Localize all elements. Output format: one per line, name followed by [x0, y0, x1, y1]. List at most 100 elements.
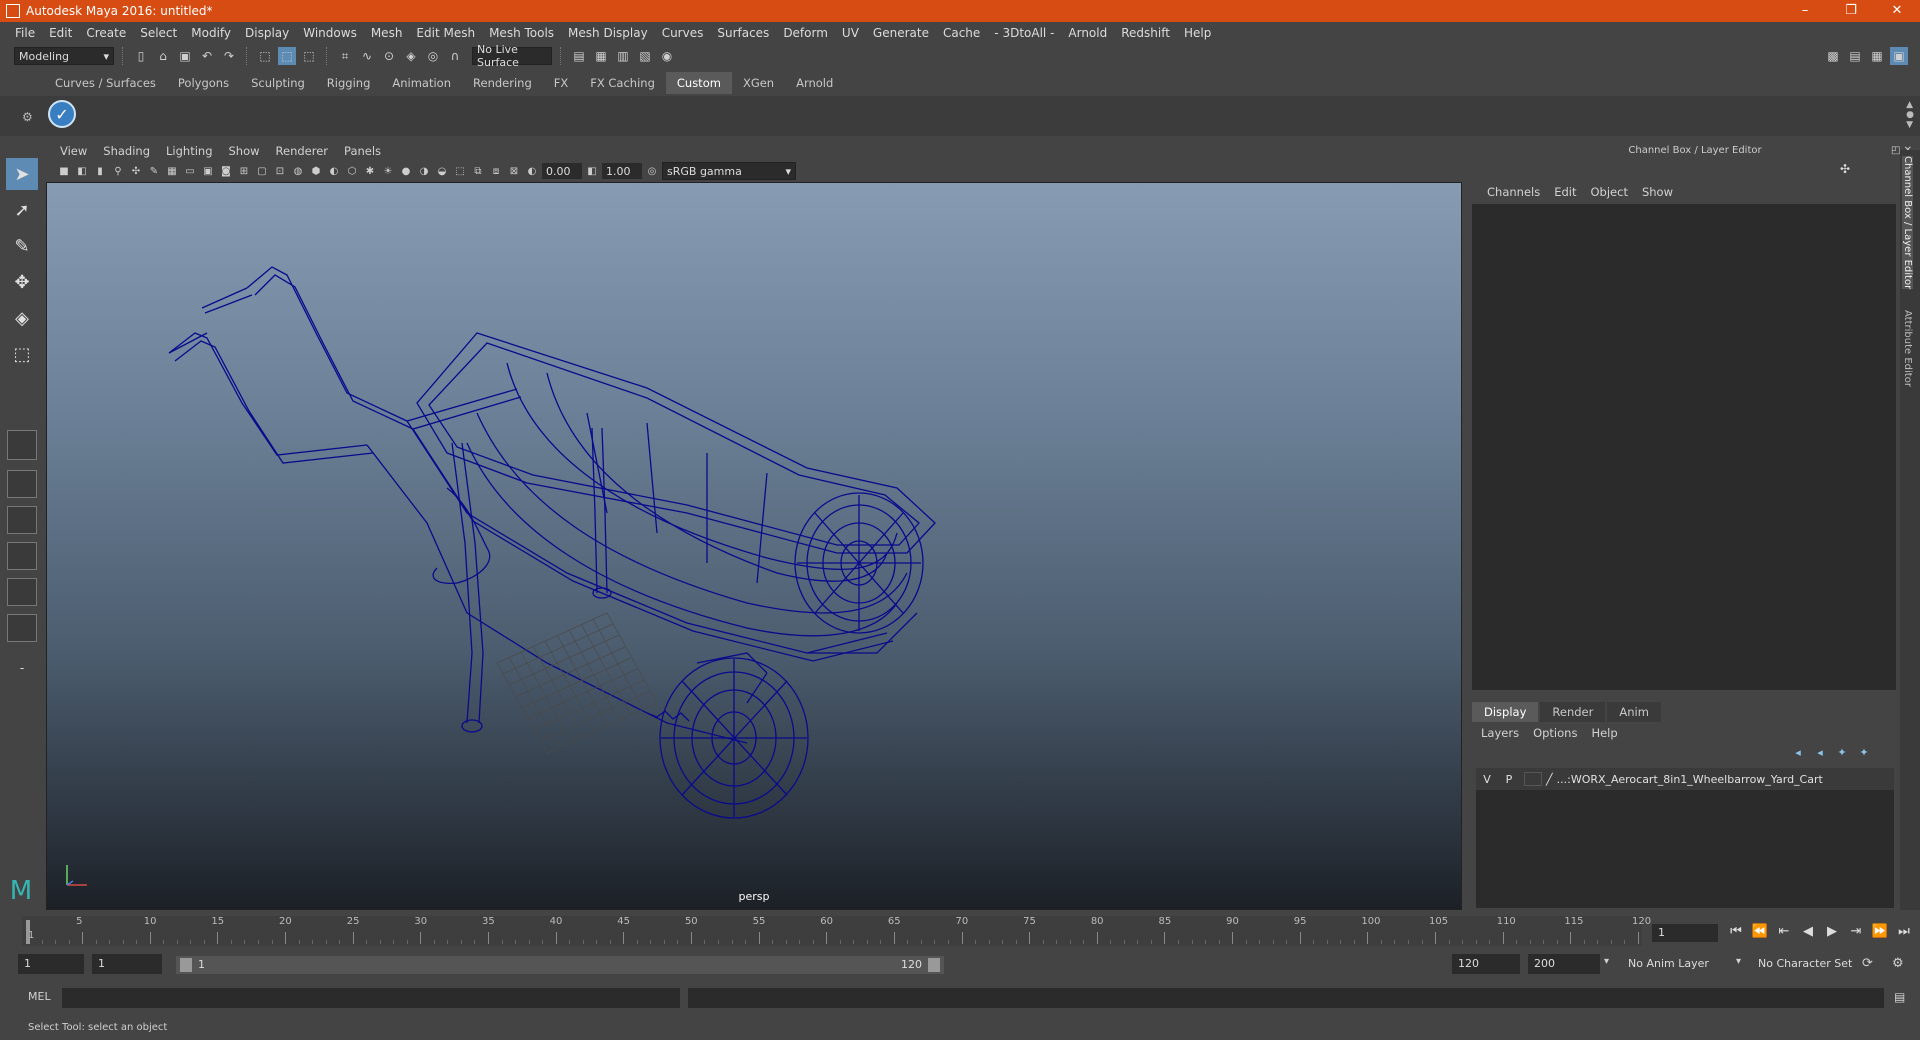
playback-end-field[interactable]: 120 [1452, 954, 1520, 974]
chevron-down-icon[interactable]: ▾ [1736, 956, 1741, 967]
layer-row[interactable]: V P ╱ ...:WORX_Aerocart_8in1_Wheelbarrow… [1476, 768, 1894, 790]
xray-joints-icon[interactable]: ⧈ [488, 163, 504, 179]
shelf-scroll-icon[interactable]: ▲ ● ▼ [1906, 100, 1914, 130]
menu-edit-mesh[interactable]: Edit Mesh [409, 26, 482, 40]
bookmark-icon[interactable]: ▮ [92, 163, 108, 179]
layer-menu-layers[interactable]: Layers [1474, 726, 1526, 744]
undo-icon[interactable]: ↶ [198, 47, 216, 65]
wireframe-on-shaded-icon[interactable]: ◐ [326, 163, 342, 179]
redo-icon[interactable]: ↷ [220, 47, 238, 65]
animation-end-field[interactable]: 200 [1528, 954, 1600, 974]
motion-blur-icon[interactable]: ◑ [416, 163, 432, 179]
open-scene-icon[interactable]: ⌂ [154, 47, 172, 65]
panel-menu-lighting[interactable]: Lighting [158, 144, 220, 158]
textured-icon[interactable]: ⬡ [344, 163, 360, 179]
script-editor-icon[interactable]: ▤ [1894, 990, 1905, 1004]
tab-polygons[interactable]: Polygons [167, 72, 240, 94]
film-gate-icon[interactable]: ▭ [182, 163, 198, 179]
wireframe-icon[interactable]: ◍ [290, 163, 306, 179]
safe-action-icon[interactable]: ▢ [254, 163, 270, 179]
outliner-layout-icon[interactable] [7, 542, 37, 570]
menu-mesh[interactable]: Mesh [364, 26, 410, 40]
play-backwards-icon[interactable]: ◀ [1798, 922, 1818, 942]
layer-playback-toggle[interactable]: P [1498, 773, 1520, 786]
exposure-icon[interactable]: ◐ [524, 163, 540, 179]
grid-icon[interactable]: ▦ [164, 163, 180, 179]
go-to-end-icon[interactable]: ⏭ [1894, 922, 1914, 942]
command-language-label[interactable]: MEL [28, 990, 51, 1003]
move-layer-up-icon[interactable]: ◂ [1790, 746, 1806, 762]
menu-arnold[interactable]: Arnold [1061, 26, 1114, 40]
graph-layout-icon[interactable] [7, 578, 37, 606]
menu-mesh-tools[interactable]: Mesh Tools [482, 26, 561, 40]
checkmark-shelf-button-icon[interactable]: ✓ [48, 100, 76, 128]
smooth-shade-icon[interactable]: ⬢ [308, 163, 324, 179]
image-plane-icon[interactable]: ⚲ [110, 163, 126, 179]
anim-layer-dropdown[interactable]: No Anim Layer [1622, 954, 1742, 974]
tab-curves-surfaces[interactable]: Curves / Surfaces [44, 72, 167, 94]
layer-menu-help[interactable]: Help [1584, 726, 1624, 744]
panel-menu-panels[interactable]: Panels [336, 144, 389, 158]
lasso-tool-icon[interactable]: ➚ [6, 194, 38, 226]
snap-point-icon[interactable]: ⊙ [380, 47, 398, 65]
menu-edit[interactable]: Edit [42, 26, 79, 40]
menu-cache[interactable]: Cache [936, 26, 987, 40]
layer-color-swatch[interactable] [1524, 772, 1542, 786]
new-layer-selected-icon[interactable]: ✦ [1856, 746, 1872, 762]
panel-menu-view[interactable]: View [52, 144, 95, 158]
step-back-key-icon[interactable]: ⇤ [1774, 922, 1794, 942]
live-surface-field[interactable]: No Live Surface [472, 43, 552, 69]
select-component-icon[interactable]: ⬚ [300, 47, 318, 65]
menu-curves[interactable]: Curves [655, 26, 711, 40]
menu-3dtoall[interactable]: - 3DtoAll - [987, 26, 1061, 40]
layer-menu-options[interactable]: Options [1526, 726, 1584, 744]
menu-redshift[interactable]: Redshift [1114, 26, 1177, 40]
ambient-occlusion-icon[interactable]: ● [398, 163, 414, 179]
step-forward-frame-icon[interactable]: ⏩ [1870, 922, 1890, 942]
save-scene-icon[interactable]: ▣ [176, 47, 194, 65]
channel-box-menu-show[interactable]: Show [1635, 185, 1680, 199]
select-hierarchy-icon[interactable]: ⬚ [256, 47, 274, 65]
menu-windows[interactable]: Windows [296, 26, 364, 40]
paint-select-tool-icon[interactable]: ✎ [6, 230, 38, 262]
shadows-icon[interactable]: ☀ [380, 163, 396, 179]
minimize-button[interactable]: – [1782, 0, 1828, 22]
rotate-tool-icon[interactable]: ◈ [6, 302, 38, 334]
menu-help[interactable]: Help [1177, 26, 1218, 40]
snap-view-plane-icon[interactable]: ◈ [402, 47, 420, 65]
chevron-down-icon[interactable]: ▾ [1604, 956, 1609, 967]
tab-xgen[interactable]: XGen [732, 72, 785, 94]
menu-file[interactable]: File [8, 26, 42, 40]
xray-components-icon[interactable]: ⊠ [506, 163, 522, 179]
channel-box-body[interactable] [1472, 204, 1896, 690]
two-d-pan-icon[interactable]: ✣ [128, 163, 144, 179]
tab-animation[interactable]: Animation [381, 72, 462, 94]
modeling-toolkit-icon[interactable]: ▩ [1824, 47, 1842, 65]
perspective-viewport[interactable]: persp [46, 182, 1462, 910]
channel-box-menu-channels[interactable]: Channels [1480, 185, 1547, 199]
channel-box-menu-object[interactable]: Object [1584, 185, 1635, 199]
side-tab-attribute-editor[interactable]: Attribute Editor [1902, 310, 1913, 387]
gate-mask-icon[interactable]: ◙ [218, 163, 234, 179]
character-set-dropdown[interactable]: No Character Set [1752, 954, 1862, 974]
range-slider-track[interactable]: 1 120 [176, 956, 944, 974]
channel-box-icon[interactable]: ▣ [1890, 47, 1908, 65]
tab-sculpting[interactable]: Sculpting [240, 72, 316, 94]
step-forward-key-icon[interactable]: ⇥ [1846, 922, 1866, 942]
hypershade-icon[interactable]: ◉ [658, 47, 676, 65]
layer-visibility-toggle[interactable]: V [1476, 773, 1498, 786]
ipr-render-icon[interactable]: ▥ [614, 47, 632, 65]
two-pane-layout-icon[interactable] [7, 506, 37, 534]
menu-mesh-display[interactable]: Mesh Display [561, 26, 655, 40]
use-all-lights-icon[interactable]: ✱ [362, 163, 378, 179]
menu-generate[interactable]: Generate [866, 26, 936, 40]
safe-title-icon[interactable]: ⊡ [272, 163, 288, 179]
isolate-select-icon[interactable]: ⬚ [452, 163, 468, 179]
snap-live-icon[interactable]: ◎ [424, 47, 442, 65]
exposure-field[interactable]: 0.00 [542, 163, 582, 179]
scale-tool-icon[interactable]: ⬚ [6, 338, 38, 370]
animation-start-field[interactable]: 1 [18, 954, 84, 974]
channel-box-menu-edit[interactable]: Edit [1547, 185, 1583, 199]
play-forwards-icon[interactable]: ▶ [1822, 922, 1842, 942]
tab-arnold[interactable]: Arnold [785, 72, 844, 94]
